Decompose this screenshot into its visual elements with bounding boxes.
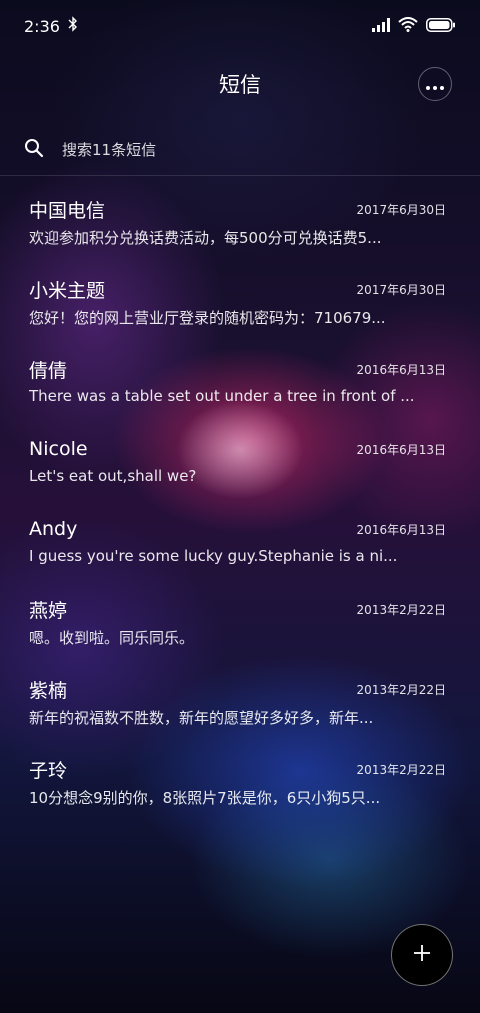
contact-name: 小米主题 <box>29 279 106 302</box>
message-preview: 10分想念9别的你，8张照片7张是你，6只小狗5只... <box>29 789 381 807</box>
conversation-header: 倩倩 2016年6月13日 <box>29 356 446 382</box>
status-time: 2:36 <box>24 16 60 36</box>
search-icon <box>24 138 44 162</box>
conversation-item[interactable]: 燕婷 2013年2月22日 嗯。收到啦。同乐同乐。 <box>0 586 480 666</box>
more-button[interactable] <box>418 67 452 101</box>
more-icon <box>426 75 444 94</box>
message-preview: 您好！您的网上营业厅登录的随机密码为：710679... <box>29 309 386 327</box>
contact-name: 紫楠 <box>29 679 68 702</box>
message-date: 2016年6月13日 <box>356 442 446 457</box>
contact-name: 倩倩 <box>29 359 68 382</box>
conversation-item[interactable]: 子玲 2013年2月22日 10分想念9别的你，8张照片7张是你，6只小狗5只.… <box>0 746 480 826</box>
message-date: 2017年6月30日 <box>356 282 446 297</box>
conversation-item[interactable]: 紫楠 2013年2月22日 新年的祝福数不胜数，新年的愿望好多好多，新年... <box>0 666 480 746</box>
header: 短信 <box>0 60 480 108</box>
wifi-icon <box>398 16 418 36</box>
conversation-item[interactable]: 中国电信 2017年6月30日 欢迎参加积分兑换话费活动，每500分可兑换话费5… <box>0 186 480 266</box>
signal-icon <box>372 17 390 36</box>
conversation-item[interactable]: 倩倩 2016年6月13日 There was a table set out … <box>0 346 480 426</box>
conversation-item[interactable]: 小米主题 2017年6月30日 您好！您的网上营业厅登录的随机密码为：71067… <box>0 266 480 346</box>
plus-icon <box>412 943 432 967</box>
conversation-list: 中国电信 2017年6月30日 欢迎参加积分兑换话费活动，每500分可兑换话费5… <box>0 186 480 826</box>
search-bar[interactable] <box>0 124 480 176</box>
conversation-header: Andy 2016年6月13日 <box>29 516 446 542</box>
contact-name: 子玲 <box>29 759 68 782</box>
message-date: 2013年2月22日 <box>356 762 446 777</box>
message-preview: I guess you're some lucky guy.Stephanie … <box>29 547 398 565</box>
message-preview: Let's eat out,shall we? <box>29 467 197 485</box>
conversation-header: 子玲 2013年2月22日 <box>29 756 446 782</box>
conversation-header: 燕婷 2013年2月22日 <box>29 596 446 622</box>
bluetooth-icon <box>68 16 78 36</box>
status-bar-right <box>372 16 456 36</box>
message-preview: 嗯。收到啦。同乐同乐。 <box>29 629 195 647</box>
message-date: 2013年2月22日 <box>356 602 446 617</box>
contact-name: Andy <box>29 518 78 540</box>
contact-name: 燕婷 <box>29 599 68 622</box>
message-date: 2016年6月13日 <box>356 522 446 537</box>
message-date: 2016年6月13日 <box>356 362 446 377</box>
message-preview: 欢迎参加积分兑换话费活动，每500分可兑换话费5... <box>29 229 382 247</box>
conversation-item[interactable]: Andy 2016年6月13日 I guess you're some luck… <box>0 506 480 586</box>
conversation-header: 中国电信 2017年6月30日 <box>29 196 446 222</box>
contact-name: Nicole <box>29 438 88 460</box>
status-bar: 2:36 <box>0 0 480 52</box>
page-title: 短信 <box>219 73 261 97</box>
conversation-header: Nicole 2016年6月13日 <box>29 436 446 462</box>
search-input[interactable] <box>60 139 424 160</box>
new-message-button[interactable] <box>391 924 453 986</box>
message-date: 2013年2月22日 <box>356 682 446 697</box>
message-date: 2017年6月30日 <box>356 202 446 217</box>
status-bar-left: 2:36 <box>24 16 78 36</box>
conversation-header: 紫楠 2013年2月22日 <box>29 676 446 702</box>
conversation-header: 小米主题 2017年6月30日 <box>29 276 446 302</box>
conversation-item[interactable]: Nicole 2016年6月13日 Let's eat out,shall we… <box>0 426 480 506</box>
message-preview: 新年的祝福数不胜数，新年的愿望好多好多，新年... <box>29 709 374 727</box>
battery-icon <box>426 17 456 36</box>
message-preview: There was a table set out under a tree i… <box>29 387 415 405</box>
contact-name: 中国电信 <box>29 199 106 222</box>
